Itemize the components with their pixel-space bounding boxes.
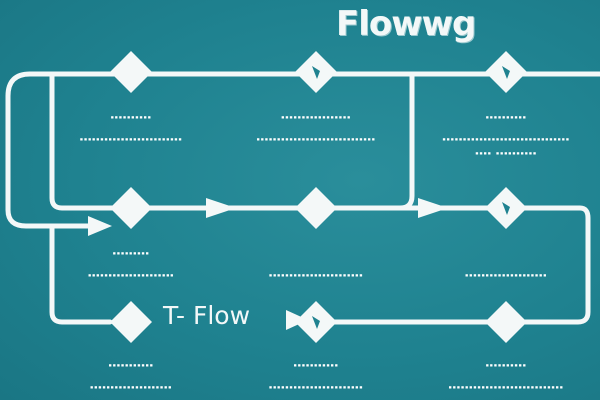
node-desc-r3c3: ▪▪▪▪▪▪▪▪▪▪▪▪▪▪▪▪▪▪▪▪▪▪▪▪▪▪▪▪ bbox=[448, 384, 564, 391]
node-caption-r3c1: ▪▪▪▪▪▪▪▪▪▪▪ bbox=[108, 362, 154, 369]
node-caption-r3c3: ▪▪▪▪▪▪▪▪▪▪ bbox=[485, 362, 527, 369]
node-caption-r3c2: ▪▪▪▪▪▪▪▪▪▪▪ bbox=[293, 362, 339, 369]
node-desc-r3c1: ▪▪▪▪▪▪▪▪▪▪▪▪▪▪▪▪▪▪▪▪ bbox=[89, 384, 173, 391]
diamond-node-r2c1 bbox=[110, 187, 152, 229]
node-caption-r1c1: ▪▪▪▪▪▪▪▪▪▪ bbox=[110, 114, 152, 121]
node-desc-r1c2: ▪▪▪▪▪▪▪▪▪▪▪▪▪▪▪▪▪▪▪▪▪▪▪▪▪▪▪▪▪ bbox=[256, 136, 376, 143]
arrowhead-left-loop bbox=[88, 216, 112, 236]
node-caption-r2c1: ▪▪▪▪▪▪▪▪▪ bbox=[112, 250, 150, 257]
diamond-node-r2c2 bbox=[295, 187, 337, 229]
arrowhead-mid-1 bbox=[206, 198, 236, 218]
diagram-canvas: Flowwg T- Flow ▪▪▪▪▪▪▪▪▪▪ ▪▪▪▪▪▪▪▪▪▪▪▪▪▪▪… bbox=[0, 0, 600, 400]
node-desc2-r1c3: ▪▪▪▪ ▪▪▪▪▪▪▪▪▪▪ bbox=[475, 150, 537, 157]
node-desc-r1c3: ▪▪▪▪▪▪▪▪▪▪▪▪▪▪▪▪▪▪▪▪▪▪▪▪▪▪▪▪▪▪▪ bbox=[442, 136, 570, 143]
diagram-subtitle: T- Flow bbox=[163, 301, 251, 330]
flow-connectors bbox=[5, 51, 600, 343]
node-desc-r2c2: ▪▪▪▪▪▪▪▪▪▪▪▪▪▪▪▪▪▪▪▪▪▪▪ bbox=[268, 272, 364, 279]
node-desc-r1c1: ▪▪▪▪▪▪▪▪▪▪▪▪▪▪▪▪▪▪▪▪▪▪▪▪▪ bbox=[79, 136, 183, 143]
diamond-node-r3c1 bbox=[110, 301, 152, 343]
connector-mid-row bbox=[287, 205, 591, 325]
diagram-title: Flowwg bbox=[336, 4, 476, 44]
diamond-node-r1c1 bbox=[110, 51, 152, 93]
arrowhead-mid-2 bbox=[418, 198, 448, 218]
node-desc-r2c1: ▪▪▪▪▪▪▪▪▪▪▪▪▪▪▪▪▪▪▪▪▪ bbox=[87, 272, 175, 279]
node-caption-r1c2: ▪▪▪▪▪▪▪▪▪▪▪▪▪▪▪▪▪ bbox=[281, 114, 351, 121]
node-desc-r3c2: ▪▪▪▪▪▪▪▪▪▪▪▪▪▪▪▪▪▪▪▪▪▪▪ bbox=[268, 384, 364, 391]
node-caption-r1c3: ▪▪▪▪▪▪▪▪▪▪ bbox=[485, 114, 527, 121]
node-desc-r2c3: ▪▪▪▪▪▪▪▪▪▪▪▪▪▪▪▪▪▪▪▪ bbox=[464, 272, 548, 279]
diamond-node-r3c3 bbox=[485, 301, 527, 343]
